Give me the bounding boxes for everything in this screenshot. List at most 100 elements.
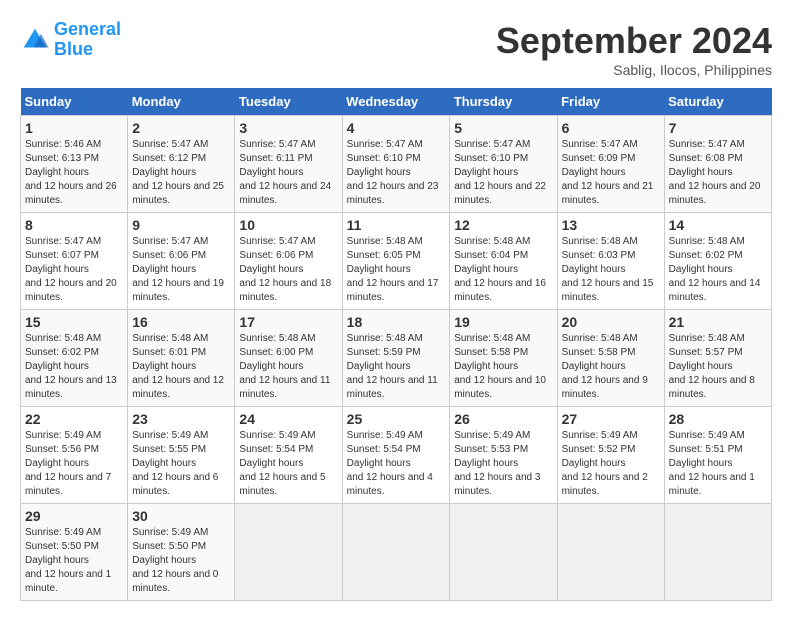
day-number: 25 xyxy=(347,411,446,427)
day-number: 27 xyxy=(562,411,660,427)
logo-icon xyxy=(20,25,50,55)
calendar-cell xyxy=(557,504,664,601)
day-info: Sunrise: 5:48 AMSunset: 6:05 PMDaylight … xyxy=(347,236,439,303)
calendar-cell: 26 Sunrise: 5:49 AMSunset: 5:53 PMDaylig… xyxy=(450,407,557,504)
day-info: Sunrise: 5:46 AMSunset: 6:13 PMDaylight … xyxy=(25,139,117,206)
day-info: Sunrise: 5:47 AMSunset: 6:08 PMDaylight … xyxy=(669,139,761,206)
day-info: Sunrise: 5:47 AMSunset: 6:10 PMDaylight … xyxy=(454,139,546,206)
calendar-week-row: 15 Sunrise: 5:48 AMSunset: 6:02 PMDaylig… xyxy=(21,310,772,407)
calendar-cell: 12 Sunrise: 5:48 AMSunset: 6:04 PMDaylig… xyxy=(450,213,557,310)
calendar-cell: 2 Sunrise: 5:47 AMSunset: 6:12 PMDayligh… xyxy=(128,116,235,213)
day-number: 17 xyxy=(239,314,337,330)
location: Sablig, Ilocos, Philippines xyxy=(496,62,772,78)
day-info: Sunrise: 5:48 AMSunset: 5:58 PMDaylight … xyxy=(562,333,648,400)
day-info: Sunrise: 5:49 AMSunset: 5:55 PMDaylight … xyxy=(132,430,218,497)
calendar-cell: 24 Sunrise: 5:49 AMSunset: 5:54 PMDaylig… xyxy=(235,407,342,504)
day-number: 12 xyxy=(454,217,552,233)
day-info: Sunrise: 5:49 AMSunset: 5:50 PMDaylight … xyxy=(25,527,111,594)
day-number: 23 xyxy=(132,411,230,427)
day-number: 2 xyxy=(132,120,230,136)
column-header-monday: Monday xyxy=(128,88,235,116)
calendar-cell: 4 Sunrise: 5:47 AMSunset: 6:10 PMDayligh… xyxy=(342,116,450,213)
calendar-cell: 15 Sunrise: 5:48 AMSunset: 6:02 PMDaylig… xyxy=(21,310,128,407)
calendar-cell xyxy=(342,504,450,601)
calendar-week-row: 29 Sunrise: 5:49 AMSunset: 5:50 PMDaylig… xyxy=(21,504,772,601)
day-number: 4 xyxy=(347,120,446,136)
calendar-week-row: 8 Sunrise: 5:47 AMSunset: 6:07 PMDayligh… xyxy=(21,213,772,310)
day-number: 8 xyxy=(25,217,123,233)
calendar-table: SundayMondayTuesdayWednesdayThursdayFrid… xyxy=(20,88,772,601)
day-info: Sunrise: 5:48 AMSunset: 6:02 PMDaylight … xyxy=(669,236,761,303)
day-info: Sunrise: 5:48 AMSunset: 5:57 PMDaylight … xyxy=(669,333,755,400)
day-number: 21 xyxy=(669,314,767,330)
calendar-cell: 14 Sunrise: 5:48 AMSunset: 6:02 PMDaylig… xyxy=(664,213,771,310)
day-number: 19 xyxy=(454,314,552,330)
day-number: 20 xyxy=(562,314,660,330)
day-number: 13 xyxy=(562,217,660,233)
calendar-header-row: SundayMondayTuesdayWednesdayThursdayFrid… xyxy=(21,88,772,116)
calendar-cell xyxy=(450,504,557,601)
day-info: Sunrise: 5:47 AMSunset: 6:09 PMDaylight … xyxy=(562,139,654,206)
day-info: Sunrise: 5:49 AMSunset: 5:54 PMDaylight … xyxy=(239,430,325,497)
calendar-cell xyxy=(235,504,342,601)
calendar-cell xyxy=(664,504,771,601)
column-header-saturday: Saturday xyxy=(664,88,771,116)
calendar-cell: 10 Sunrise: 5:47 AMSunset: 6:06 PMDaylig… xyxy=(235,213,342,310)
day-info: Sunrise: 5:49 AMSunset: 5:54 PMDaylight … xyxy=(347,430,433,497)
calendar-cell: 23 Sunrise: 5:49 AMSunset: 5:55 PMDaylig… xyxy=(128,407,235,504)
calendar-cell: 19 Sunrise: 5:48 AMSunset: 5:58 PMDaylig… xyxy=(450,310,557,407)
day-info: Sunrise: 5:47 AMSunset: 6:06 PMDaylight … xyxy=(132,236,224,303)
column-header-tuesday: Tuesday xyxy=(235,88,342,116)
calendar-cell: 25 Sunrise: 5:49 AMSunset: 5:54 PMDaylig… xyxy=(342,407,450,504)
day-info: Sunrise: 5:48 AMSunset: 6:02 PMDaylight … xyxy=(25,333,117,400)
calendar-cell: 22 Sunrise: 5:49 AMSunset: 5:56 PMDaylig… xyxy=(21,407,128,504)
day-info: Sunrise: 5:49 AMSunset: 5:50 PMDaylight … xyxy=(132,527,218,594)
calendar-cell: 6 Sunrise: 5:47 AMSunset: 6:09 PMDayligh… xyxy=(557,116,664,213)
day-info: Sunrise: 5:49 AMSunset: 5:51 PMDaylight … xyxy=(669,430,755,497)
day-number: 16 xyxy=(132,314,230,330)
day-number: 29 xyxy=(25,508,123,524)
day-number: 28 xyxy=(669,411,767,427)
day-number: 11 xyxy=(347,217,446,233)
day-number: 18 xyxy=(347,314,446,330)
day-number: 6 xyxy=(562,120,660,136)
calendar-cell: 18 Sunrise: 5:48 AMSunset: 5:59 PMDaylig… xyxy=(342,310,450,407)
calendar-cell: 8 Sunrise: 5:47 AMSunset: 6:07 PMDayligh… xyxy=(21,213,128,310)
column-header-thursday: Thursday xyxy=(450,88,557,116)
day-info: Sunrise: 5:49 AMSunset: 5:56 PMDaylight … xyxy=(25,430,111,497)
day-number: 14 xyxy=(669,217,767,233)
day-info: Sunrise: 5:48 AMSunset: 5:58 PMDaylight … xyxy=(454,333,546,400)
day-info: Sunrise: 5:47 AMSunset: 6:06 PMDaylight … xyxy=(239,236,331,303)
day-number: 22 xyxy=(25,411,123,427)
day-info: Sunrise: 5:48 AMSunset: 5:59 PMDaylight … xyxy=(347,333,438,400)
day-number: 26 xyxy=(454,411,552,427)
day-info: Sunrise: 5:47 AMSunset: 6:11 PMDaylight … xyxy=(239,139,331,206)
calendar-cell: 1 Sunrise: 5:46 AMSunset: 6:13 PMDayligh… xyxy=(21,116,128,213)
page-header: General Blue September 2024 Sablig, Iloc… xyxy=(20,20,772,78)
calendar-cell: 27 Sunrise: 5:49 AMSunset: 5:52 PMDaylig… xyxy=(557,407,664,504)
calendar-cell: 3 Sunrise: 5:47 AMSunset: 6:11 PMDayligh… xyxy=(235,116,342,213)
day-number: 10 xyxy=(239,217,337,233)
calendar-cell: 21 Sunrise: 5:48 AMSunset: 5:57 PMDaylig… xyxy=(664,310,771,407)
day-number: 30 xyxy=(132,508,230,524)
calendar-cell: 11 Sunrise: 5:48 AMSunset: 6:05 PMDaylig… xyxy=(342,213,450,310)
day-info: Sunrise: 5:48 AMSunset: 6:03 PMDaylight … xyxy=(562,236,654,303)
calendar-cell: 28 Sunrise: 5:49 AMSunset: 5:51 PMDaylig… xyxy=(664,407,771,504)
day-info: Sunrise: 5:48 AMSunset: 6:01 PMDaylight … xyxy=(132,333,224,400)
column-header-wednesday: Wednesday xyxy=(342,88,450,116)
day-number: 9 xyxy=(132,217,230,233)
calendar-cell: 30 Sunrise: 5:49 AMSunset: 5:50 PMDaylig… xyxy=(128,504,235,601)
column-header-sunday: Sunday xyxy=(21,88,128,116)
calendar-cell: 29 Sunrise: 5:49 AMSunset: 5:50 PMDaylig… xyxy=(21,504,128,601)
calendar-cell: 13 Sunrise: 5:48 AMSunset: 6:03 PMDaylig… xyxy=(557,213,664,310)
day-info: Sunrise: 5:47 AMSunset: 6:07 PMDaylight … xyxy=(25,236,117,303)
calendar-week-row: 1 Sunrise: 5:46 AMSunset: 6:13 PMDayligh… xyxy=(21,116,772,213)
day-number: 24 xyxy=(239,411,337,427)
calendar-cell: 5 Sunrise: 5:47 AMSunset: 6:10 PMDayligh… xyxy=(450,116,557,213)
calendar-cell: 16 Sunrise: 5:48 AMSunset: 6:01 PMDaylig… xyxy=(128,310,235,407)
calendar-week-row: 22 Sunrise: 5:49 AMSunset: 5:56 PMDaylig… xyxy=(21,407,772,504)
calendar-cell: 7 Sunrise: 5:47 AMSunset: 6:08 PMDayligh… xyxy=(664,116,771,213)
day-number: 1 xyxy=(25,120,123,136)
day-number: 3 xyxy=(239,120,337,136)
calendar-cell: 9 Sunrise: 5:47 AMSunset: 6:06 PMDayligh… xyxy=(128,213,235,310)
